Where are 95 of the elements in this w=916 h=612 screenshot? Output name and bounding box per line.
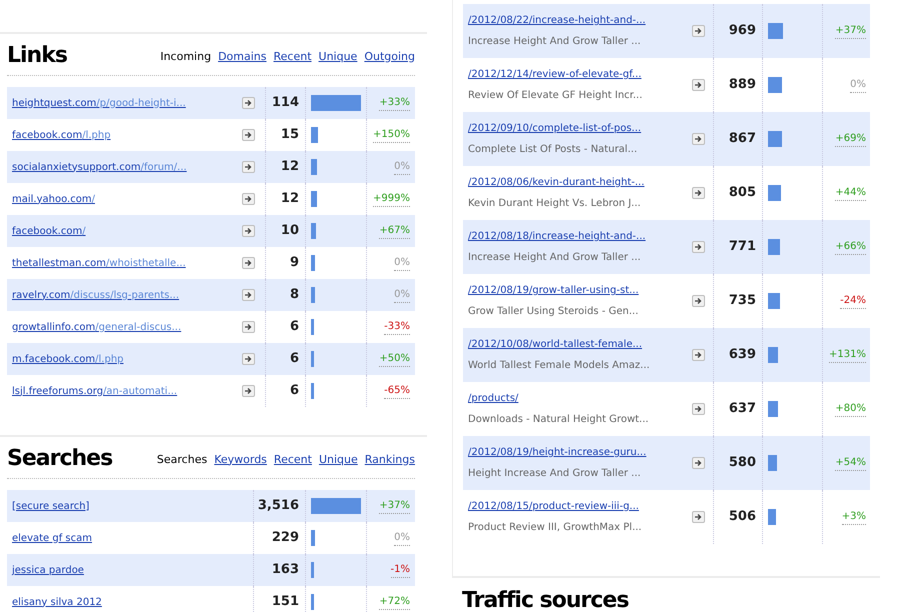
link[interactable]: heightquest.com/p/good-height-i... <box>12 96 186 110</box>
page-title: Height Increase And Grow Taller ... <box>468 467 642 481</box>
count-value: 151 <box>272 593 299 612</box>
count-value: 580 <box>728 454 756 472</box>
count-value: 163 <box>272 561 299 580</box>
page-title: Increase Height And Grow Taller ... <box>468 251 642 265</box>
count-value: 735 <box>728 292 756 310</box>
tab[interactable]: Outgoing <box>364 48 415 65</box>
count-value: 637 <box>728 400 756 418</box>
page-link[interactable]: /products/ <box>468 391 649 406</box>
count-value: 15 <box>280 126 299 144</box>
search-term-link[interactable]: elisany silva 2012 <box>12 594 102 610</box>
count-value: 12 <box>280 158 299 176</box>
page-link[interactable]: /2012/10/08/world-tallest-female... <box>468 337 650 352</box>
page-link[interactable]: /2012/09/10/complete-list-of-pos... <box>468 121 642 136</box>
link[interactable]: thetallestman.com/whoisthetalle... <box>12 256 186 270</box>
link[interactable]: facebook.com/l.php <box>12 128 111 142</box>
page-link[interactable]: /2012/08/15/product-review-iii-g... <box>468 499 642 514</box>
section-heading: Searches <box>7 446 112 472</box>
page-title: Downloads - Natural Height Growt... <box>468 413 649 427</box>
link[interactable]: socialanxietysupport.com/forum/... <box>12 160 187 174</box>
page-link[interactable]: /2012/12/14/review-of-elevate-gf... <box>468 67 642 82</box>
count-value: 10 <box>280 222 299 240</box>
link[interactable]: mail.yahoo.com/ <box>12 192 95 206</box>
tab[interactable]: Unique <box>318 452 358 468</box>
change-value: -65% <box>384 383 410 399</box>
change-value: +37% <box>379 498 410 514</box>
change-value: +72% <box>379 594 410 610</box>
link[interactable]: lsjl.freeforums.org/an-automati... <box>12 384 178 398</box>
count-value: 639 <box>728 346 756 364</box>
page-link[interactable]: /2012/08/06/kevin-durant-height-... <box>468 175 644 190</box>
page-link[interactable]: /2012/08/18/increase-height-and-... <box>468 229 646 244</box>
count-value: 6 <box>290 382 299 400</box>
change-value: -24% <box>840 293 866 309</box>
page-title: Product Review III, GrowthMax Pl... <box>468 521 642 535</box>
tab[interactable]: Recent <box>273 48 312 65</box>
link[interactable]: ravelry.com/discuss/lsg-parents... <box>12 288 180 302</box>
change-value: +44% <box>835 185 866 201</box>
change-value: +67% <box>379 223 410 239</box>
change-value: +3% <box>842 509 866 525</box>
change-value: +37% <box>835 23 866 39</box>
change-value: 0% <box>394 159 410 175</box>
count-value: 867 <box>728 130 756 148</box>
search-term-link[interactable]: [secure search] <box>12 498 90 514</box>
tab[interactable]: Keywords <box>214 452 267 468</box>
page-title: Review Of Elevate GF Height Incr... <box>468 89 642 103</box>
page-title: Complete List Of Posts - Natural... <box>468 143 638 157</box>
page-title: Increase Height And Grow Taller ... <box>468 35 642 49</box>
count-value: 805 <box>728 184 756 202</box>
search-term-link[interactable]: jessica pardoe <box>12 562 84 578</box>
tab[interactable]: Recent <box>274 452 312 468</box>
page-link[interactable]: /2012/08/19/grow-taller-using-st... <box>468 283 639 298</box>
change-value: +50% <box>379 351 410 367</box>
count-value: 771 <box>728 238 756 256</box>
page-title: Grow Taller Using Steroids - Gen... <box>468 305 639 319</box>
tab[interactable]: Domains <box>218 48 266 65</box>
count-value: 6 <box>290 318 299 336</box>
change-value: 0% <box>394 530 410 546</box>
count-value: 3,516 <box>258 497 299 516</box>
tab[interactable]: Incoming <box>160 48 212 65</box>
tab[interactable]: Unique <box>318 48 358 65</box>
count-value: 114 <box>272 94 299 112</box>
change-value: +131% <box>829 347 866 363</box>
link[interactable]: growtallinfo.com/general-discus... <box>12 320 182 334</box>
change-value: +54% <box>835 455 866 471</box>
change-value: -1% <box>390 562 410 578</box>
page-title: Kevin Durant Height Vs. Lebron J... <box>468 197 642 211</box>
count-value: 889 <box>728 76 756 94</box>
count-value: 969 <box>728 22 756 40</box>
link[interactable]: facebook.com/ <box>12 224 86 238</box>
change-value: 0% <box>850 77 866 93</box>
search-term-link[interactable]: elevate gf scam <box>12 530 92 546</box>
count-value: 506 <box>728 508 756 526</box>
link[interactable]: m.facebook.com/l.php <box>12 352 124 366</box>
section-heading: Traffic sources <box>462 587 630 612</box>
change-value: 0% <box>394 255 410 271</box>
tab[interactable]: Rankings <box>364 452 415 468</box>
change-value: +66% <box>835 239 866 255</box>
page-link[interactable]: /2012/08/22/increase-height-and-... <box>468 13 646 28</box>
count-value: 9 <box>290 254 299 272</box>
change-value: 0% <box>394 287 410 303</box>
change-value: +33% <box>379 95 410 111</box>
tab[interactable]: Searches <box>156 452 208 468</box>
count-value: 12 <box>280 190 299 208</box>
change-value: +999% <box>373 191 410 207</box>
change-value: +80% <box>835 401 866 417</box>
change-value: +69% <box>835 131 866 147</box>
page-link[interactable]: /2012/08/19/height-increase-guru... <box>468 445 646 460</box>
count-value: 229 <box>272 529 299 548</box>
page-title: World Tallest Female Models Amaz... <box>468 359 650 373</box>
section-heading: Links <box>7 43 67 69</box>
change-value: -33% <box>384 319 410 335</box>
count-value: 8 <box>290 286 299 304</box>
change-value: +150% <box>373 127 410 143</box>
count-value: 6 <box>290 350 299 368</box>
